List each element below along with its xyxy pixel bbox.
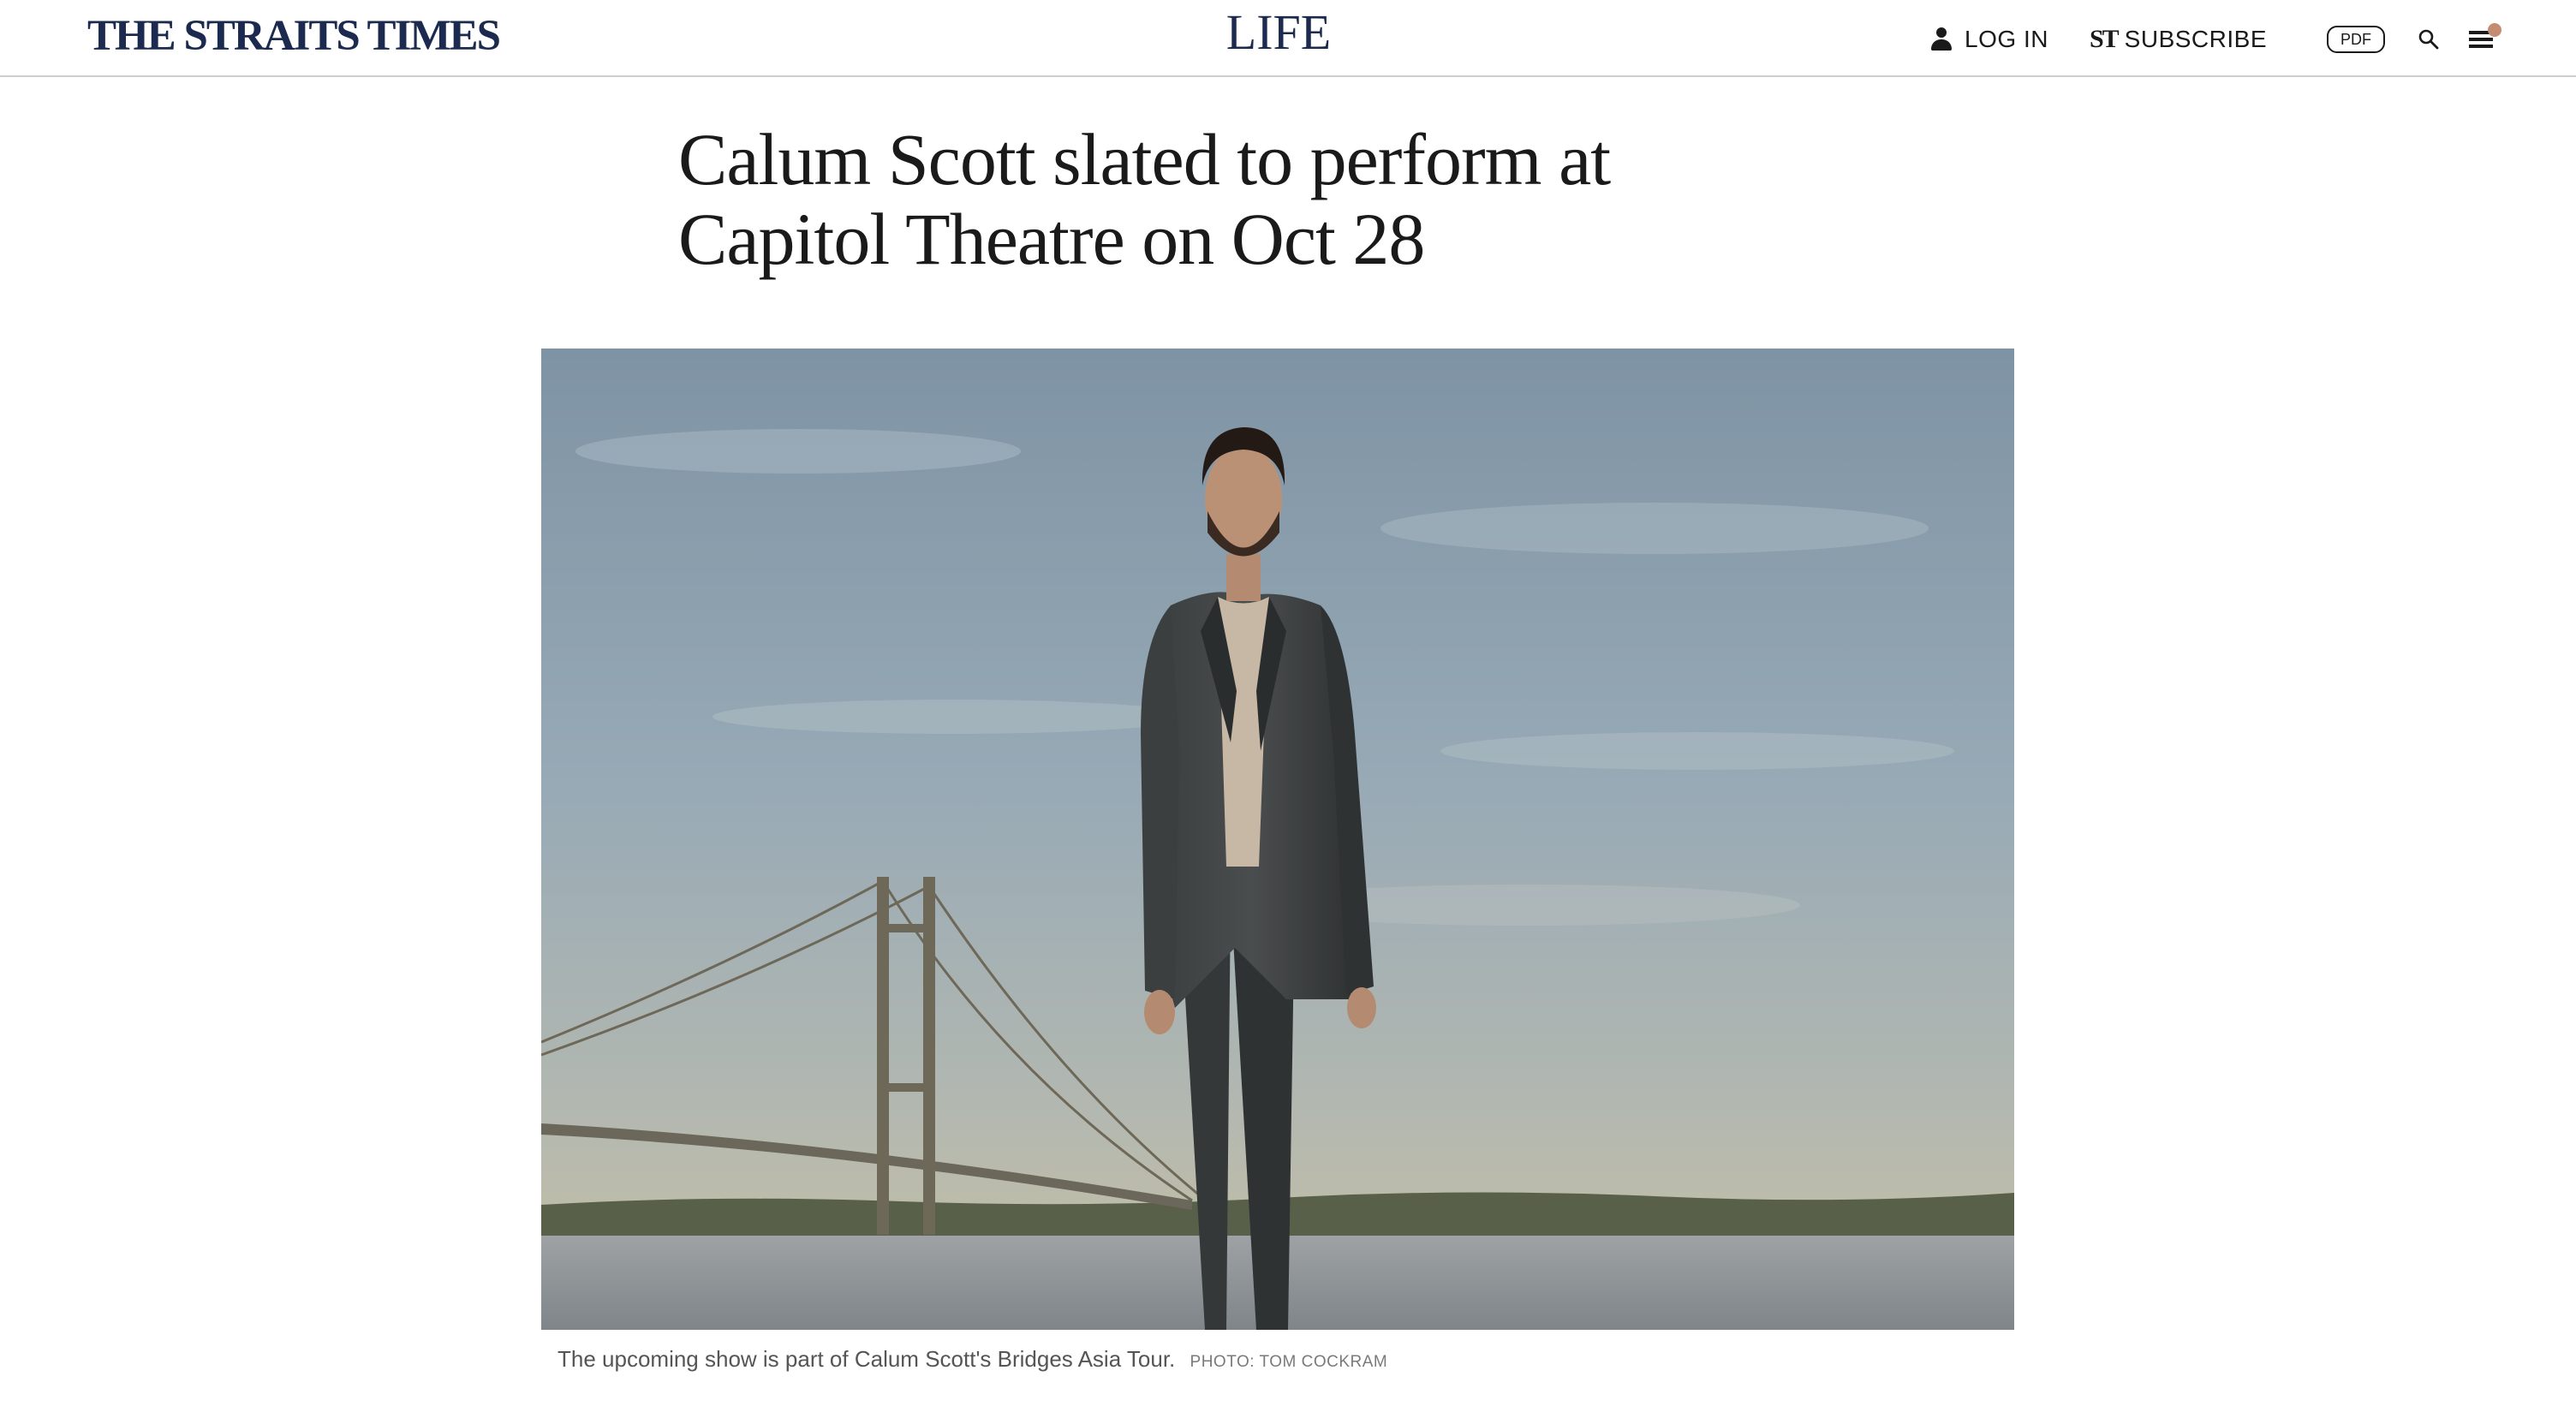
photo-caption: The upcoming show is part of Calum Scott… bbox=[558, 1346, 1387, 1373]
caption-text: The upcoming show is part of Calum Scott… bbox=[558, 1346, 1176, 1372]
search-icon[interactable] bbox=[2418, 28, 2440, 51]
login-label: LOG IN bbox=[1965, 26, 2048, 52]
login-link[interactable]: LOG IN bbox=[1930, 26, 2048, 53]
header-actions: LOG IN ST SUBSCRIBE PDF bbox=[1930, 17, 2501, 62]
hero-photo bbox=[541, 349, 2014, 1330]
hero-photo-image bbox=[541, 349, 2014, 1330]
user-icon bbox=[1930, 27, 1953, 51]
subscribe-label: SUBSCRIBE bbox=[2124, 26, 2267, 52]
subscribe-link[interactable]: ST SUBSCRIBE bbox=[2090, 25, 2267, 54]
site-header: THE STRAITS TIMES LIFE LOG IN ST SUBSCRI… bbox=[0, 0, 2576, 77]
pdf-button[interactable]: PDF bbox=[2327, 26, 2385, 53]
photo-credit: PHOTO: TOM COCKRAM bbox=[1190, 1353, 1388, 1371]
menu-button[interactable] bbox=[2469, 23, 2501, 51]
notification-dot bbox=[2488, 23, 2501, 37]
st-logo-icon: ST bbox=[2089, 25, 2120, 53]
article-headline: Calum Scott slated to perform at Capitol… bbox=[678, 118, 1611, 280]
